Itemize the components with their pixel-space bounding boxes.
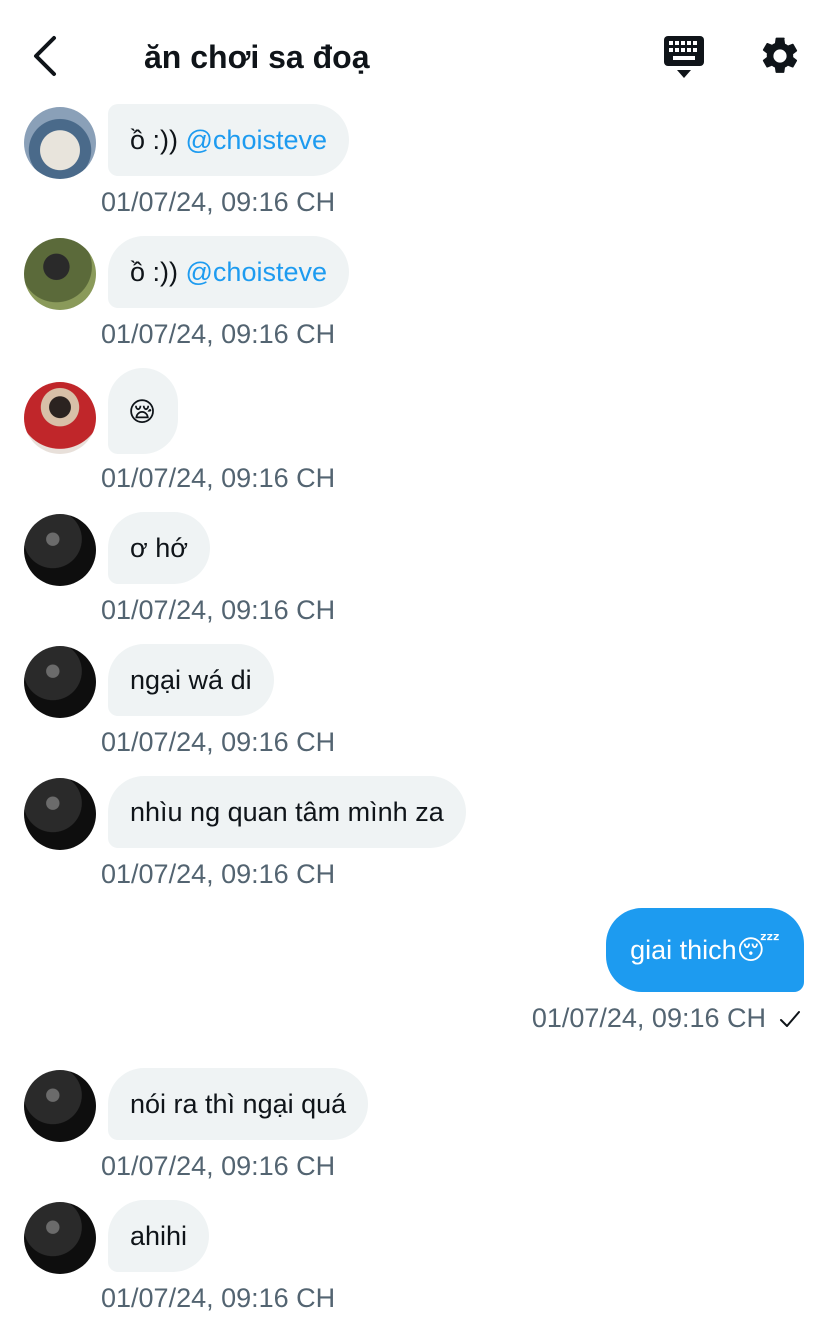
sender-avatar[interactable] [24, 646, 96, 718]
sender-avatar[interactable] [24, 238, 96, 310]
conversation-title[interactable]: ăn chơi sa đoạ [144, 38, 369, 76]
conversation-settings-button[interactable] [758, 34, 802, 78]
keyboard-toggle-button[interactable] [660, 34, 708, 80]
message-bubble[interactable]: ồ :)) @choisteve [108, 104, 349, 176]
sender-avatar[interactable] [24, 107, 96, 179]
message-text: nói ra thì ngại quá [130, 1089, 347, 1119]
message-bubble[interactable]: 😪 [108, 368, 179, 454]
message-bubble[interactable]: ngại wá di [108, 644, 274, 716]
message-text: giai thich😴 [630, 935, 780, 965]
message-bubble[interactable]: ơ hớ [108, 512, 210, 584]
gear-icon [762, 37, 798, 73]
message-text: ơ hớ [130, 533, 188, 563]
sender-avatar[interactable] [24, 514, 96, 586]
mention-link[interactable]: @choisteve [186, 125, 327, 155]
message-timestamp: 01/07/24, 09:16 CH [101, 1283, 336, 1313]
message-bubble[interactable]: ahihi [108, 1200, 210, 1272]
message-timestamp: 01/07/24, 09:16 CH [531, 1003, 766, 1033]
message-text: nhìu ng quan tâm mình za [130, 797, 444, 827]
message-text: ồ :)) [130, 257, 186, 287]
back-arrow-icon [34, 36, 56, 76]
message-timestamp: 01/07/24, 09:16 CH [101, 463, 336, 493]
message-bubble-own[interactable]: giai thich😴 [606, 908, 804, 992]
sender-avatar[interactable] [24, 382, 96, 454]
message-timestamp: 01/07/24, 09:16 CH [101, 1151, 336, 1181]
message-timestamp: 01/07/24, 09:16 CH [101, 187, 336, 217]
sender-avatar[interactable] [24, 1202, 96, 1274]
message-bubble[interactable]: nói ra thì ngại quá [108, 1068, 369, 1140]
sender-avatar[interactable] [24, 778, 96, 850]
message-text: 😪 [128, 397, 157, 427]
conversation-header: ăn chơi sa đoạ [0, 0, 828, 112]
message-bubble[interactable]: ồ :)) @choisteve [108, 236, 349, 308]
back-button[interactable] [26, 34, 66, 78]
message-timestamp: 01/07/24, 09:16 CH [101, 859, 336, 889]
message-timestamp: 01/07/24, 09:16 CH [101, 319, 336, 349]
dm-conversation-screen: ăn chơi sa đoạ ồ :)) @choisteve 01/07/24… [0, 0, 828, 1320]
mention-link[interactable]: @choisteve [186, 257, 327, 287]
message-text: ahihi [130, 1221, 188, 1251]
sent-check-icon [780, 1011, 800, 1027]
keyboard-icon [664, 36, 704, 78]
message-text: ngại wá di [130, 665, 252, 695]
message-bubble[interactable]: nhìu ng quan tâm mình za [108, 776, 466, 848]
message-timestamp: 01/07/24, 09:16 CH [101, 727, 336, 757]
message-text: ồ :)) [130, 125, 186, 155]
message-timestamp: 01/07/24, 09:16 CH [101, 595, 336, 625]
sender-avatar[interactable] [24, 1070, 96, 1142]
